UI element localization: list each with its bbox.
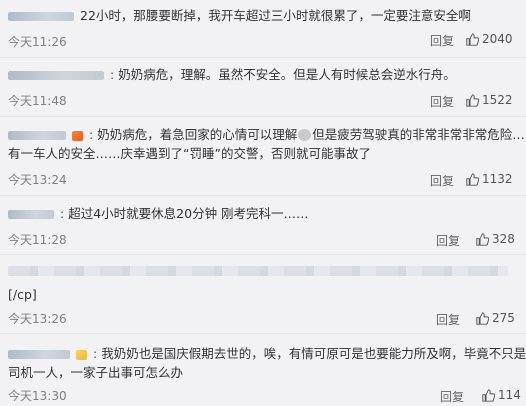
comment-item: [/cp] 今天13:26 回复 275 xyxy=(0,255,526,333)
thumbs-up-icon xyxy=(466,32,479,46)
comment-time: 今天13:26 xyxy=(8,312,67,326)
comment-time: 今天11:28 xyxy=(8,233,67,247)
comment-time: 今天11:48 xyxy=(8,94,67,108)
like-count: 328 xyxy=(492,232,515,246)
comment-item: : 奶奶病危，理解。虽然不安全。但是人有时候总会逆水行舟。 今天11:48 回复 … xyxy=(0,58,526,116)
username-blurred[interactable] xyxy=(8,350,70,359)
like-button[interactable]: 1132 xyxy=(466,172,513,186)
thumbs-up-icon xyxy=(476,232,489,246)
user-badge-icon xyxy=(76,349,87,360)
comment-item: : 超过4小时就要休息20分钟 刚考完科一…… 今天11:28 回复 328 xyxy=(0,196,526,254)
comment-text: 超过4小时就要休息20分钟 刚考完科一…… xyxy=(68,206,309,221)
reply-button[interactable]: 回复 xyxy=(430,93,454,110)
comment-body-line2: 司机一人，一家子出事可怎么办 xyxy=(8,364,520,382)
comment-text: 22小时，那腰要断掉，我开车超过三小时就很累了，一定要注意安全啊 xyxy=(80,8,471,23)
username-blurred[interactable] xyxy=(8,131,66,140)
comment-text: 有一车人的安全……庆幸遇到了“罚睡”的交警，否则就可能事故了 xyxy=(8,146,371,161)
comment-body-line2: 有一车人的安全……庆幸遇到了“罚睡”的交警，否则就可能事故了 xyxy=(8,145,520,163)
like-button[interactable]: 2040 xyxy=(466,32,513,46)
comment-item: : 奶奶病危，着急回家的心情可以理解 但是疲劳驾驶真的非常非常非常危险……还 有一车… xyxy=(0,117,526,195)
comment-text: 奶奶病危，理解。虽然不安全。但是人有时候总会逆水行舟。 xyxy=(118,67,456,82)
comment-body: : 奶奶病危，理解。虽然不安全。但是人有时候总会逆水行舟。 xyxy=(8,66,520,84)
blurred-username-and-text xyxy=(8,266,508,276)
like-count: 114 xyxy=(498,388,521,402)
username-blurred[interactable] xyxy=(8,71,104,80)
comment-body: [/cp] xyxy=(8,286,520,304)
thumbs-up-icon xyxy=(476,311,489,325)
like-button[interactable]: 328 xyxy=(476,232,515,246)
comment-item: 22小时，那腰要断掉，我开车超过三小时就很累了，一定要注意安全啊 今天11:26… xyxy=(0,0,526,58)
comment-text: 我奶奶也是国庆假期去世的，唉，有情可原可是也要能力所及啊，毕竟不只是 xyxy=(101,346,526,361)
username-blurred[interactable] xyxy=(8,210,54,219)
user-badge-icon xyxy=(72,130,83,141)
comment-time: 今天13:24 xyxy=(8,173,67,187)
emoji-icon xyxy=(298,129,312,141)
comment-body: 22小时，那腰要断掉，我开车超过三小时就很累了，一定要注意安全啊 xyxy=(8,7,520,25)
comment-item: : 我奶奶也是国庆假期去世的，唉，有情可原可是也要能力所及啊，毕竟不只是 司机一人… xyxy=(0,334,526,406)
comment-text: [/cp] xyxy=(8,287,37,302)
like-button[interactable]: 1522 xyxy=(466,93,513,107)
comment-text: 司机一人，一家子出事可怎么办 xyxy=(8,365,184,380)
comment-time: 今天13:30 xyxy=(8,389,67,403)
reply-button[interactable]: 回复 xyxy=(430,32,454,49)
like-count: 1132 xyxy=(482,172,513,186)
reply-button[interactable]: 回复 xyxy=(436,311,460,328)
comment-text-cont: 但是疲劳驾驶真的非常非常非常危险……还 xyxy=(312,127,526,142)
comment-body: : 超过4小时就要休息20分钟 刚考完科一…… xyxy=(8,205,520,223)
username-blurred[interactable] xyxy=(8,12,74,21)
comment-time: 今天11:26 xyxy=(8,35,67,49)
like-count: 275 xyxy=(492,311,515,325)
like-button[interactable]: 275 xyxy=(476,311,515,325)
comment-body: : 奶奶病危，着急回家的心情可以理解 但是疲劳驾驶真的非常非常非常危险……还 xyxy=(8,126,526,144)
reply-button[interactable]: 回复 xyxy=(430,172,454,189)
like-count: 2040 xyxy=(482,32,513,46)
thumbs-up-icon xyxy=(482,388,495,402)
like-button[interactable]: 114 xyxy=(482,388,521,402)
like-count: 1522 xyxy=(482,93,513,107)
thumbs-up-icon xyxy=(466,93,479,107)
reply-button[interactable]: 回复 xyxy=(436,232,460,249)
comment-body: : 我奶奶也是国庆假期去世的，唉，有情可原可是也要能力所及啊，毕竟不只是 xyxy=(8,345,526,363)
reply-button[interactable]: 回复 xyxy=(440,388,464,405)
thumbs-up-icon xyxy=(466,172,479,186)
comment-text: 奶奶病危，着急回家的心情可以理解 xyxy=(97,127,298,142)
